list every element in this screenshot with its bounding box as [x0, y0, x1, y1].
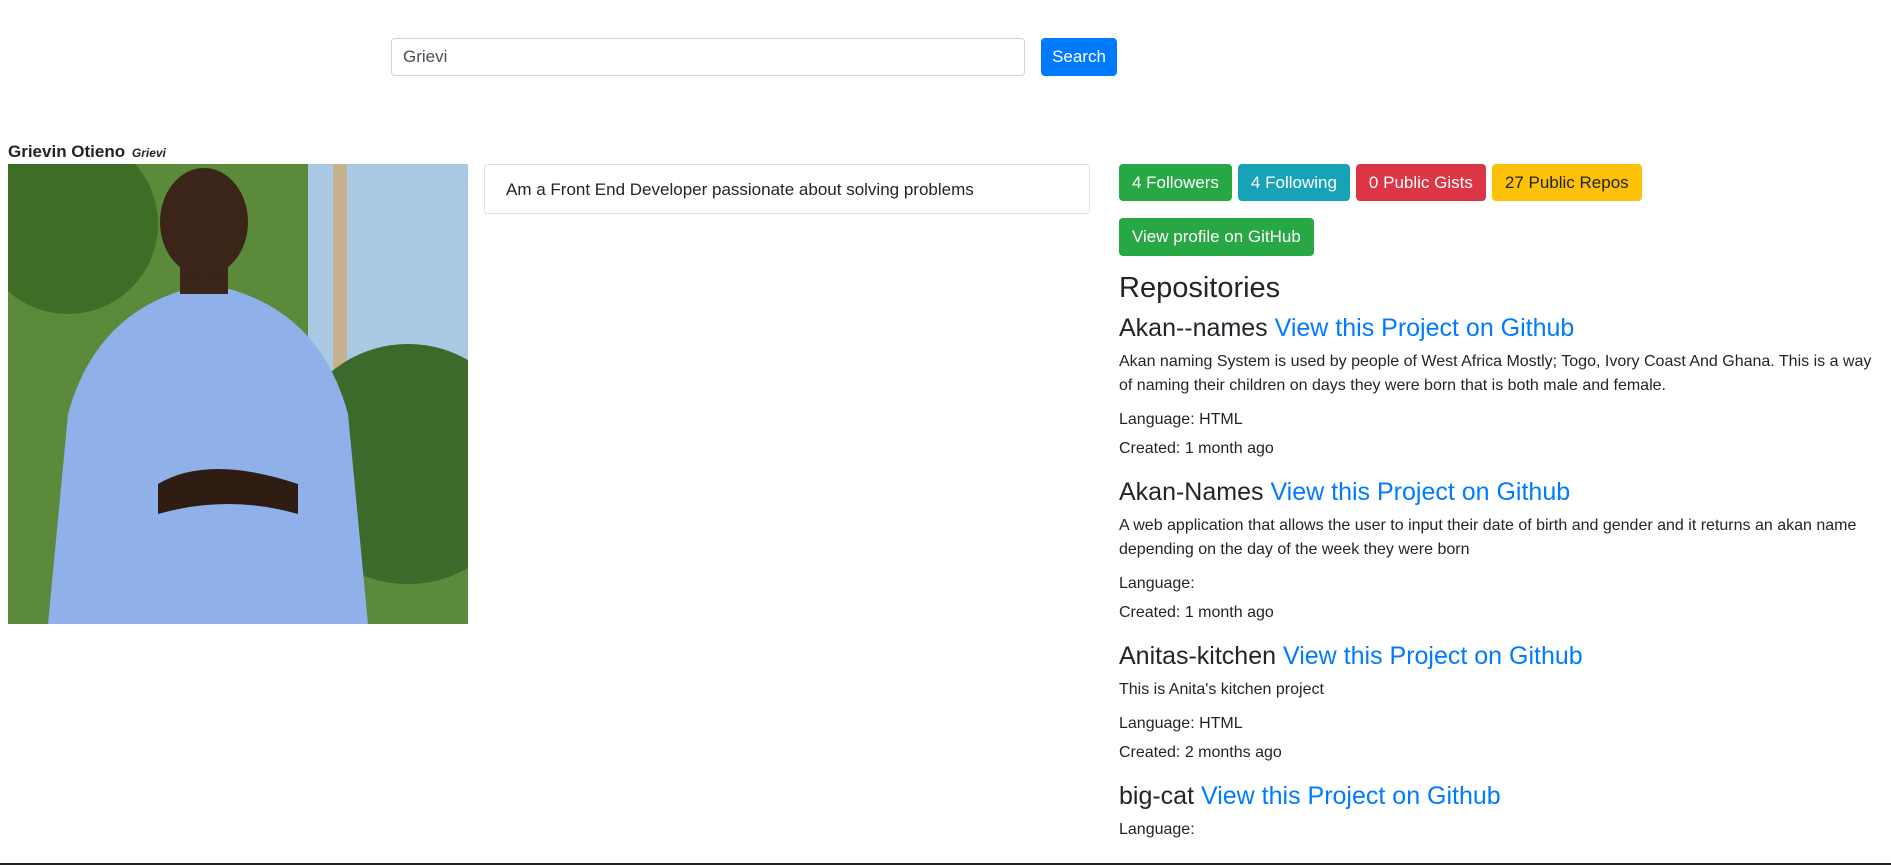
repo-title: Anitas-kitchen View this Project on Gith…	[1119, 640, 1879, 672]
repo-description: A web application that allows the user t…	[1119, 517, 1857, 558]
repo-link[interactable]: View this Project on Github	[1270, 478, 1570, 506]
profile-stats: 4 Followers 4 Following 0 Public Gists 2…	[1119, 164, 1648, 201]
repos-badge: 27 Public Repos	[1491, 164, 1642, 201]
repo-created: Created: 2 months ago	[1119, 744, 1282, 761]
repo-item: Akan-Names View this Project on Github A…	[1119, 476, 1879, 640]
bio-text: Am a Front End Developer passionate abou…	[506, 180, 974, 199]
user-header: Grievin Otieno Grievi	[8, 142, 166, 162]
user-name: Grievin Otieno	[8, 142, 126, 161]
search-input[interactable]	[391, 38, 1025, 76]
repo-title: big-cat View this Project on Github	[1119, 780, 1879, 812]
repo-item: Akan--names View this Project on Github …	[1119, 312, 1879, 476]
bio-box: Am a Front End Developer passionate abou…	[484, 164, 1090, 214]
repo-name: Akan-Names	[1119, 478, 1264, 506]
view-profile-button[interactable]: View profile on GitHub	[1119, 218, 1314, 256]
repo-title: Akan--names View this Project on Github	[1119, 312, 1879, 344]
repo-language: Language:	[1119, 821, 1195, 838]
repo-item: big-cat View this Project on Github Lang…	[1119, 780, 1879, 842]
repo-name: Akan--names	[1119, 314, 1268, 342]
following-badge: 4 Following	[1237, 164, 1350, 201]
repo-created: Created: 1 month ago	[1119, 604, 1274, 621]
repo-name: big-cat	[1119, 782, 1195, 810]
repo-language: Language: HTML	[1119, 715, 1243, 732]
repo-link[interactable]: View this Project on Github	[1275, 314, 1575, 342]
repo-created: Created: 1 month ago	[1119, 440, 1274, 457]
repo-item: Anitas-kitchen View this Project on Gith…	[1119, 640, 1879, 780]
repo-description: This is Anita's kitchen project	[1119, 681, 1324, 698]
avatar-photo	[8, 164, 468, 624]
repositories-section: Repositories Akan--names View this Proje…	[1119, 270, 1879, 847]
repo-language: Language:	[1119, 575, 1195, 592]
repo-language: Language: HTML	[1119, 411, 1243, 428]
followers-badge: 4 Followers	[1119, 164, 1232, 201]
search-button[interactable]: Search	[1041, 38, 1117, 76]
repo-link[interactable]: View this Project on Github	[1201, 782, 1501, 810]
avatar	[8, 164, 468, 624]
repo-link[interactable]: View this Project on Github	[1283, 642, 1583, 670]
repo-description: Akan naming System is used by people of …	[1119, 353, 1872, 394]
repo-name: Anitas-kitchen	[1119, 642, 1277, 670]
repo-title: Akan-Names View this Project on Github	[1119, 476, 1879, 508]
user-login: Grievi	[131, 146, 166, 160]
repositories-heading: Repositories	[1119, 272, 1281, 304]
gists-badge: 0 Public Gists	[1355, 164, 1486, 201]
